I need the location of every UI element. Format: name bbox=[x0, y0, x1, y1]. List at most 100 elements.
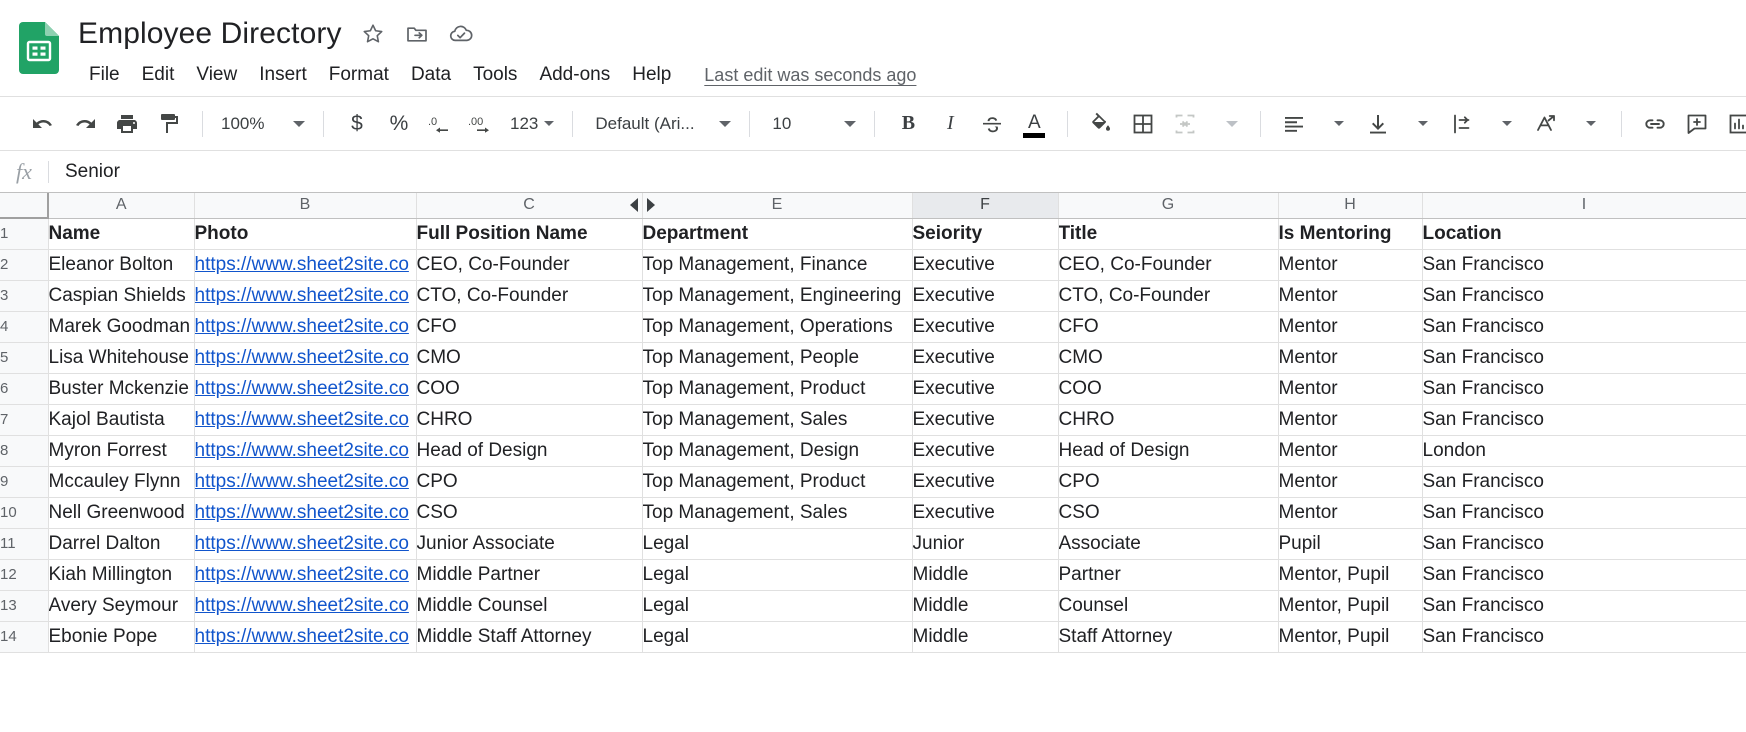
more-formats-select[interactable]: 123 bbox=[504, 105, 560, 143]
cell-I2[interactable]: San Francisco bbox=[1422, 249, 1746, 281]
cell-F13[interactable]: Middle bbox=[912, 590, 1059, 622]
cell-E11[interactable]: Legal bbox=[642, 528, 913, 560]
cell-A14[interactable]: Ebonie Pope bbox=[48, 621, 195, 653]
cell-I3[interactable]: San Francisco bbox=[1422, 280, 1746, 312]
cell-A2[interactable]: Eleanor Bolton bbox=[48, 249, 195, 281]
cell-B11[interactable]: https://www.sheet2site.co bbox=[194, 528, 417, 560]
horizontal-align-icon[interactable] bbox=[1273, 105, 1315, 143]
row-header[interactable]: 4 bbox=[0, 311, 49, 343]
cell-E12[interactable]: Legal bbox=[642, 559, 913, 591]
row-header[interactable]: 12 bbox=[0, 559, 49, 591]
horizontal-align-dropdown[interactable] bbox=[1315, 105, 1357, 143]
cell-I12[interactable]: San Francisco bbox=[1422, 559, 1746, 591]
cell-A3[interactable]: Caspian Shields bbox=[48, 280, 195, 312]
menu-edit[interactable]: Edit bbox=[131, 60, 186, 90]
cell-H12[interactable]: Mentor, Pupil bbox=[1278, 559, 1423, 591]
row-header[interactable]: 1 bbox=[0, 218, 49, 250]
menu-insert[interactable]: Insert bbox=[248, 60, 318, 90]
vertical-align-dropdown[interactable] bbox=[1399, 105, 1441, 143]
row-header[interactable]: 6 bbox=[0, 373, 49, 405]
cell-G12[interactable]: Partner bbox=[1058, 559, 1279, 591]
cell-E9[interactable]: Top Management, Product bbox=[642, 466, 913, 498]
cell-A7[interactable]: Kajol Bautista bbox=[48, 404, 195, 436]
cell-H10[interactable]: Mentor bbox=[1278, 497, 1423, 529]
cell-F2[interactable]: Executive bbox=[912, 249, 1059, 281]
menu-view[interactable]: View bbox=[185, 60, 248, 90]
cell-A4[interactable]: Marek Goodman bbox=[48, 311, 195, 343]
cell-I4[interactable]: San Francisco bbox=[1422, 311, 1746, 343]
cell-B10[interactable]: https://www.sheet2site.co bbox=[194, 497, 417, 529]
row-header[interactable]: 11 bbox=[0, 528, 49, 560]
cell-F7[interactable]: Executive bbox=[912, 404, 1059, 436]
menu-tools[interactable]: Tools bbox=[462, 60, 528, 90]
row-header[interactable]: 2 bbox=[0, 249, 49, 281]
currency-format-button[interactable]: $ bbox=[336, 105, 378, 143]
font-size-select[interactable]: 10 bbox=[766, 105, 862, 143]
cell-A12[interactable]: Kiah Millington bbox=[48, 559, 195, 591]
insert-comment-icon[interactable] bbox=[1676, 105, 1718, 143]
column-title-a[interactable]: Name bbox=[48, 218, 195, 250]
row-header[interactable]: 8 bbox=[0, 435, 49, 467]
menu-data[interactable]: Data bbox=[400, 60, 462, 90]
column-header-e[interactable]: E bbox=[642, 193, 913, 219]
column-title-e[interactable]: Department bbox=[642, 218, 913, 250]
row-header[interactable]: 13 bbox=[0, 590, 49, 622]
cell-B12[interactable]: https://www.sheet2site.co bbox=[194, 559, 417, 591]
page-title[interactable]: Employee Directory bbox=[78, 16, 342, 52]
cell-F6[interactable]: Executive bbox=[912, 373, 1059, 405]
cell-I5[interactable]: San Francisco bbox=[1422, 342, 1746, 374]
row-header[interactable]: 10 bbox=[0, 497, 49, 529]
cell-I7[interactable]: San Francisco bbox=[1422, 404, 1746, 436]
cell-B8[interactable]: https://www.sheet2site.co bbox=[194, 435, 417, 467]
last-edit-status[interactable]: Last edit was seconds ago bbox=[704, 65, 916, 86]
row-header[interactable]: 7 bbox=[0, 404, 49, 436]
cell-G6[interactable]: COO bbox=[1058, 373, 1279, 405]
menu-file[interactable]: File bbox=[78, 60, 131, 90]
cell-E2[interactable]: Top Management, Finance bbox=[642, 249, 913, 281]
cell-E4[interactable]: Top Management, Operations bbox=[642, 311, 913, 343]
cell-I13[interactable]: San Francisco bbox=[1422, 590, 1746, 622]
column-title-b[interactable]: Photo bbox=[194, 218, 417, 250]
cell-E5[interactable]: Top Management, People bbox=[642, 342, 913, 374]
spreadsheet-grid[interactable]: مستقل mostaql.com A B C E F bbox=[0, 192, 1746, 732]
cell-C7[interactable]: CHRO bbox=[416, 404, 643, 436]
cell-H4[interactable]: Mentor bbox=[1278, 311, 1423, 343]
increase-decimal-button[interactable]: .00 bbox=[462, 105, 504, 143]
cell-A5[interactable]: Lisa Whitehouse bbox=[48, 342, 195, 374]
cell-G11[interactable]: Associate bbox=[1058, 528, 1279, 560]
insert-link-icon[interactable] bbox=[1634, 105, 1676, 143]
text-rotation-icon[interactable] bbox=[1525, 105, 1567, 143]
column-title-i[interactable]: Location bbox=[1422, 218, 1746, 250]
cell-H14[interactable]: Mentor, Pupil bbox=[1278, 621, 1423, 653]
cell-F3[interactable]: Executive bbox=[912, 280, 1059, 312]
cell-B14[interactable]: https://www.sheet2site.co bbox=[194, 621, 417, 653]
column-title-h[interactable]: Is Mentoring bbox=[1278, 218, 1423, 250]
menu-add-ons[interactable]: Add-ons bbox=[528, 60, 621, 90]
column-header-f[interactable]: F bbox=[912, 193, 1059, 219]
cell-E8[interactable]: Top Management, Design bbox=[642, 435, 913, 467]
cell-I11[interactable]: San Francisco bbox=[1422, 528, 1746, 560]
cell-H9[interactable]: Mentor bbox=[1278, 466, 1423, 498]
cell-B9[interactable]: https://www.sheet2site.co bbox=[194, 466, 417, 498]
cell-C9[interactable]: CPO bbox=[416, 466, 643, 498]
cell-C12[interactable]: Middle Partner bbox=[416, 559, 643, 591]
redo-icon[interactable] bbox=[64, 105, 106, 143]
cell-A11[interactable]: Darrel Dalton bbox=[48, 528, 195, 560]
cell-B5[interactable]: https://www.sheet2site.co bbox=[194, 342, 417, 374]
cell-H6[interactable]: Mentor bbox=[1278, 373, 1423, 405]
cell-H7[interactable]: Mentor bbox=[1278, 404, 1423, 436]
cell-G13[interactable]: Counsel bbox=[1058, 590, 1279, 622]
cell-F4[interactable]: Executive bbox=[912, 311, 1059, 343]
column-title-c[interactable]: Full Position Name bbox=[416, 218, 643, 250]
print-icon[interactable] bbox=[106, 105, 148, 143]
cell-A10[interactable]: Nell Greenwood bbox=[48, 497, 195, 529]
font-family-select[interactable]: Default (Ari... bbox=[589, 105, 737, 143]
column-title-f[interactable]: Seiority bbox=[912, 218, 1059, 250]
cell-G14[interactable]: Staff Attorney bbox=[1058, 621, 1279, 653]
cell-I8[interactable]: London bbox=[1422, 435, 1746, 467]
cell-B6[interactable]: https://www.sheet2site.co bbox=[194, 373, 417, 405]
row-header[interactable]: 5 bbox=[0, 342, 49, 374]
cell-I6[interactable]: San Francisco bbox=[1422, 373, 1746, 405]
cell-C11[interactable]: Junior Associate bbox=[416, 528, 643, 560]
formula-input[interactable] bbox=[49, 151, 1746, 192]
